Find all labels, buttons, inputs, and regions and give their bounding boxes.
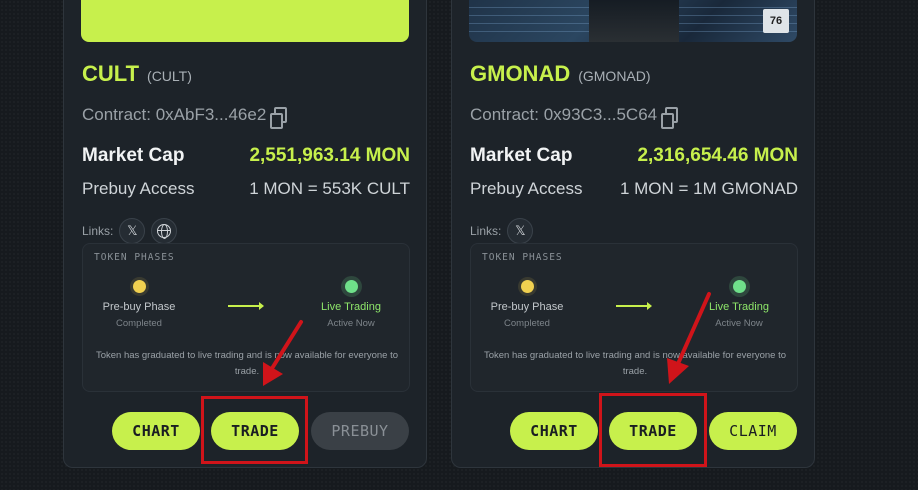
prebuy-button[interactable]: PREBUY bbox=[311, 412, 409, 450]
market-cap-value: 2,316,654.46 MON bbox=[637, 145, 798, 166]
phase-status: Completed bbox=[116, 318, 162, 329]
links-label: Links: bbox=[470, 224, 502, 238]
phase-name: Pre-buy Phase bbox=[490, 301, 564, 313]
prebuy-access-label: Prebuy Access bbox=[470, 179, 583, 198]
market-cap-value: 2,551,963.14 MON bbox=[249, 145, 410, 166]
copy-icon[interactable] bbox=[661, 107, 679, 129]
token-phases-panel: TOKEN PHASES Pre-buy Phase Completed Liv… bbox=[470, 243, 798, 392]
token-title: CULT (CULT) bbox=[82, 61, 192, 87]
phase-name: Live Trading bbox=[321, 301, 381, 313]
links-label: Links: bbox=[82, 224, 114, 238]
token-phases-panel: TOKEN PHASES Pre-buy Phase Completed Liv… bbox=[82, 243, 410, 392]
market-cap-label: Market Cap bbox=[470, 145, 573, 166]
token-phases-title: TOKEN PHASES bbox=[94, 252, 175, 263]
token-ticker: (GMONAD) bbox=[578, 68, 651, 84]
phase-name: Pre-buy Phase bbox=[102, 301, 176, 313]
chart-button[interactable]: CHART bbox=[510, 412, 598, 450]
phase-description: Token has graduated to live trading and … bbox=[95, 350, 399, 377]
token-banner-image: 76 bbox=[469, 0, 797, 42]
contract-address: Contract: 0x93C3...5C64 bbox=[470, 105, 679, 129]
links-row: Links: 𝕏 bbox=[82, 218, 178, 244]
token-name: CULT bbox=[82, 61, 140, 86]
x-icon[interactable]: 𝕏 bbox=[119, 218, 146, 244]
prebuy-access-value: 1 MON = 553K CULT bbox=[249, 179, 410, 198]
prebuy-access-label: Prebuy Access bbox=[82, 179, 195, 198]
token-title: GMONAD (GMONAD) bbox=[470, 61, 651, 87]
x-icon[interactable]: 𝕏 bbox=[507, 218, 534, 244]
globe-icon[interactable] bbox=[151, 218, 178, 244]
phase-status: Completed bbox=[504, 318, 550, 329]
phase-prebuy: Pre-buy Phase Completed bbox=[477, 280, 577, 329]
chart-button[interactable]: CHART bbox=[112, 412, 200, 450]
market-cap-row: Market Cap 2,551,963.14 MON bbox=[82, 145, 410, 167]
market-cap-row: Market Cap 2,316,654.46 MON bbox=[470, 145, 798, 167]
prebuy-access-row: Prebuy Access 1 MON = 553K CULT bbox=[82, 179, 410, 199]
phase-dot-active bbox=[344, 280, 358, 293]
prebuy-access-row: Prebuy Access 1 MON = 1M GMONAD bbox=[470, 179, 798, 199]
banner-tag: 76 bbox=[763, 9, 789, 33]
contract-text: Contract: 0xAbF3...46e2 bbox=[82, 105, 267, 124]
trade-highlight-box bbox=[201, 396, 308, 464]
phase-description: Token has graduated to live trading and … bbox=[483, 350, 787, 377]
copy-icon[interactable] bbox=[270, 107, 288, 129]
phase-dot-completed bbox=[520, 280, 534, 293]
phase-arrow-icon bbox=[228, 302, 264, 310]
phase-live: Live Trading Active Now bbox=[301, 280, 401, 329]
token-phases-title: TOKEN PHASES bbox=[482, 252, 563, 263]
links-row: Links: 𝕏 bbox=[470, 218, 534, 244]
claim-button[interactable]: CLAIM bbox=[709, 412, 797, 450]
prebuy-access-value: 1 MON = 1M GMONAD bbox=[619, 179, 798, 198]
market-cap-label: Market Cap bbox=[82, 145, 185, 166]
token-banner-image bbox=[81, 0, 409, 42]
token-ticker: (CULT) bbox=[147, 68, 192, 84]
phase-dot-completed bbox=[132, 280, 146, 293]
pointer-arrow-icon bbox=[263, 320, 303, 386]
phase-status: Active Now bbox=[327, 318, 375, 329]
contract-address: Contract: 0xAbF3...46e2 bbox=[82, 105, 288, 129]
token-name: GMONAD bbox=[470, 61, 571, 86]
trade-highlight-box bbox=[599, 393, 707, 467]
pointer-arrow-icon bbox=[667, 292, 711, 384]
phase-prebuy: Pre-buy Phase Completed bbox=[89, 280, 189, 329]
contract-text: Contract: 0x93C3...5C64 bbox=[470, 105, 658, 124]
phase-arrow-icon bbox=[616, 302, 652, 310]
phase-dot-active bbox=[732, 280, 746, 293]
